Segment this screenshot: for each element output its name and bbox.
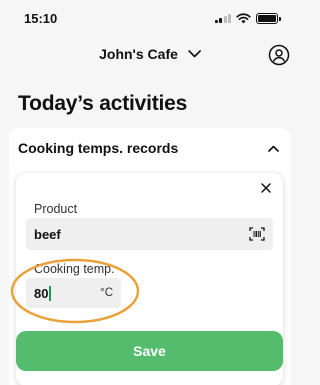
store-name: John's Cafe: [99, 46, 178, 62]
record-form: Product beef Cooking temp. 80 °C Save: [16, 173, 283, 385]
app-header: John's Cafe: [0, 38, 300, 74]
activity-card-title: Cooking temps. records: [18, 140, 179, 156]
chevron-up-icon[interactable]: [268, 145, 279, 152]
battery-icon: [256, 12, 281, 24]
signal-icon: [214, 13, 231, 23]
activity-card-header[interactable]: Cooking temps. records: [9, 128, 291, 168]
activity-card: Cooking temps. records Product beef Cook…: [9, 128, 291, 385]
status-bar: 15:10: [0, 0, 300, 36]
wifi-icon: [236, 12, 251, 23]
barcode-scan-icon[interactable]: [249, 227, 265, 241]
user-circle-icon[interactable]: [268, 44, 290, 66]
store-selector[interactable]: John's Cafe: [99, 46, 201, 62]
close-icon[interactable]: [260, 182, 272, 194]
chevron-down-icon: [188, 50, 201, 58]
temp-unit: °C: [100, 287, 113, 299]
status-time: 15:10: [24, 10, 58, 26]
cooking-temp-value: 80: [34, 285, 49, 301]
cooking-temp-value-wrap: 80: [34, 285, 51, 301]
product-value: beef: [34, 226, 61, 242]
cooking-temp-label: Cooking temp.: [34, 262, 115, 276]
cooking-temp-input[interactable]: 80 °C: [26, 278, 121, 308]
page-title: Today’s activities: [18, 92, 188, 115]
product-field[interactable]: beef: [26, 218, 273, 250]
save-button[interactable]: Save: [16, 331, 283, 371]
text-caret: [49, 285, 51, 301]
product-label: Product: [34, 202, 78, 216]
status-icons: [214, 12, 281, 24]
